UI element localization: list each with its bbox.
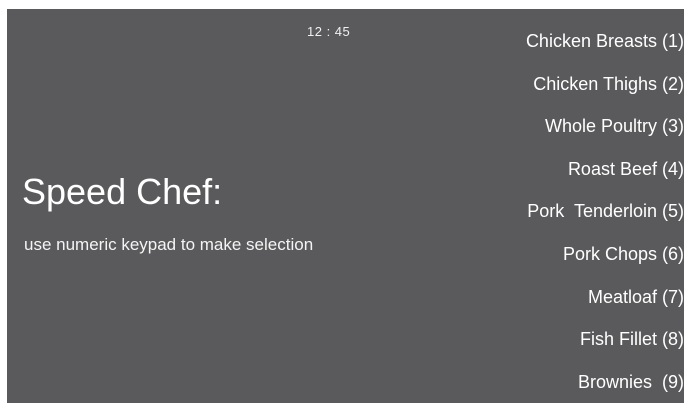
recipe-menu: Chicken Breasts (1) Chicken Thighs (2) W… [424,27,684,403]
page-title: Speed Chef: [22,171,223,212]
clock-display: 12 : 45 [307,24,351,39]
menu-item-pork-chops[interactable]: Pork Chops (6) [424,240,684,283]
menu-item-meatloaf[interactable]: Meatloaf (7) [424,283,684,326]
menu-item-chicken-thighs[interactable]: Chicken Thighs (2) [424,70,684,113]
menu-item-fish-fillet[interactable]: Fish Fillet (8) [424,325,684,368]
menu-item-pork-tenderloin[interactable]: Pork Tenderloin (5) [424,197,684,240]
instruction-text: use numeric keypad to make selection [24,235,314,254]
menu-item-chicken-breasts[interactable]: Chicken Breasts (1) [424,27,684,70]
menu-item-whole-poultry[interactable]: Whole Poultry (3) [424,112,684,155]
menu-item-roast-beef[interactable]: Roast Beef (4) [424,155,684,198]
speed-chef-screen: 12 : 45 Speed Chef: use numeric keypad t… [7,9,684,403]
menu-item-brownies[interactable]: Brownies (9) [424,368,684,403]
